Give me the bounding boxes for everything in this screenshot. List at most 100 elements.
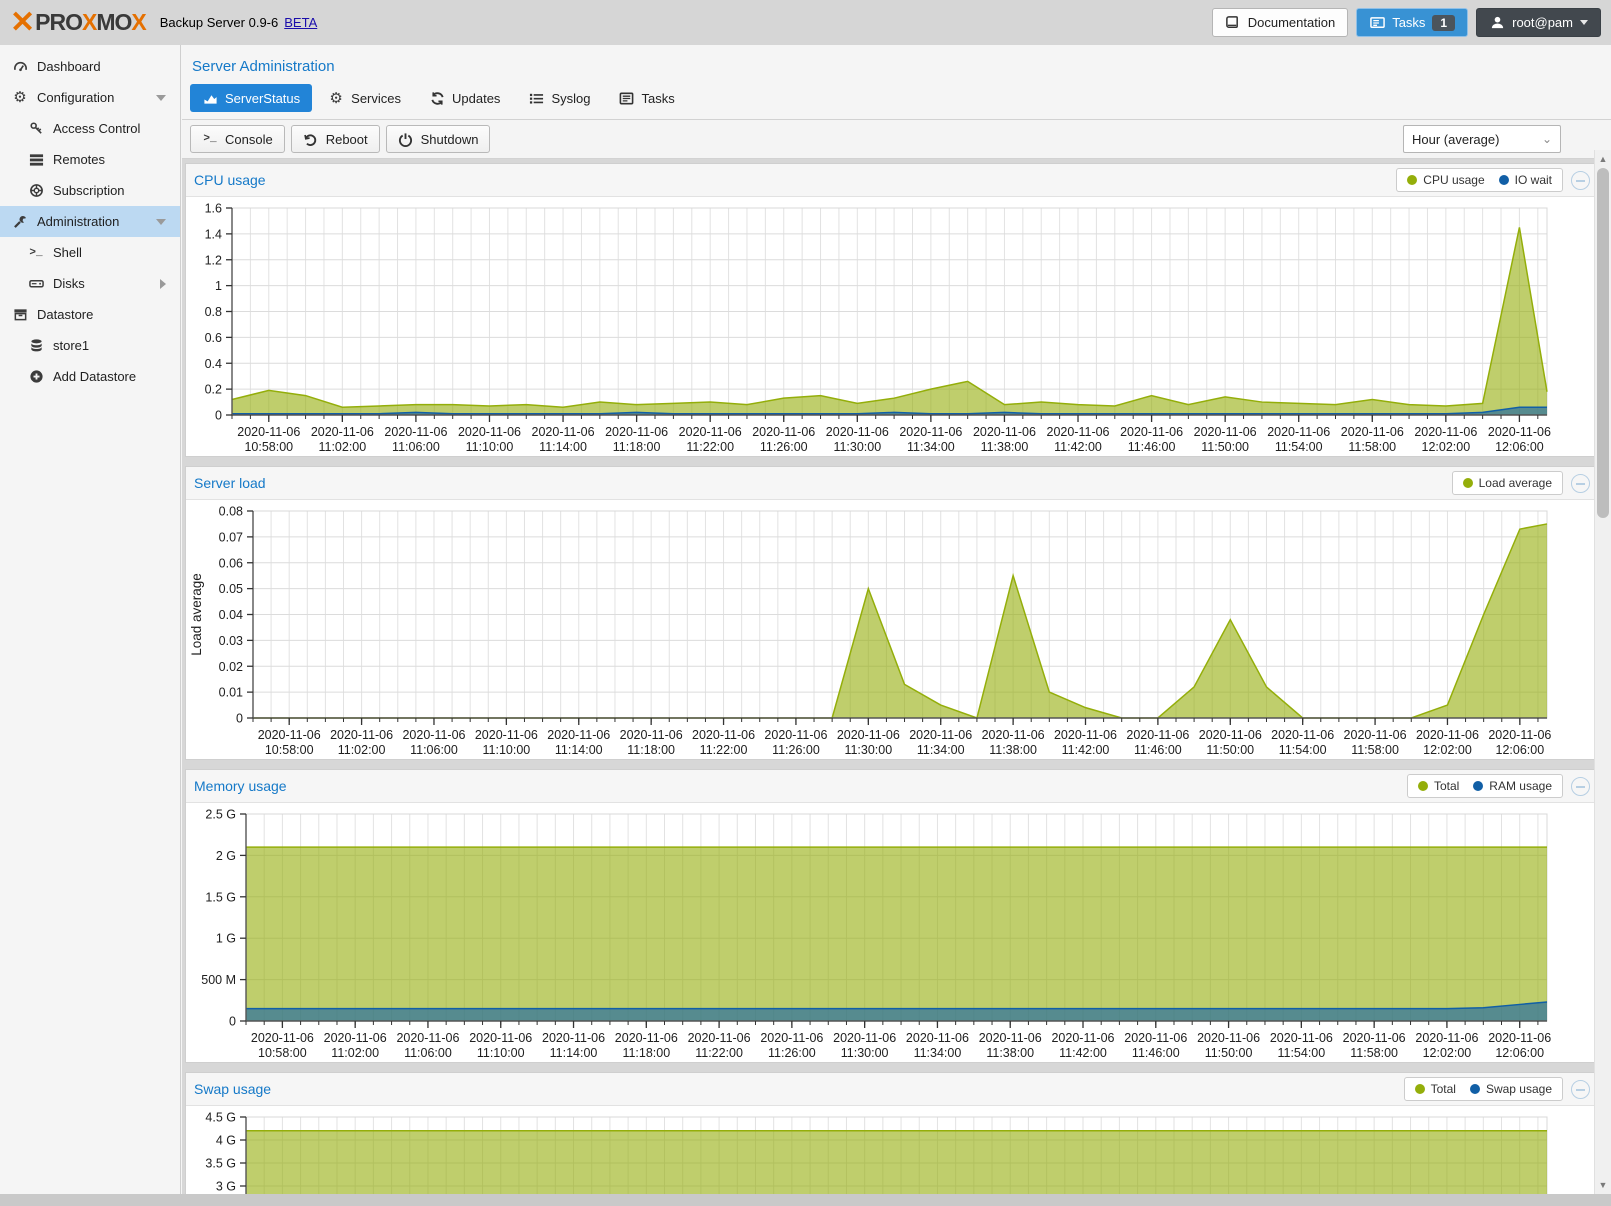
svg-text:2020-11-06: 2020-11-06 — [979, 1031, 1042, 1045]
svg-text:11:46:00: 11:46:00 — [1134, 743, 1182, 757]
console-button[interactable]: >_ Console — [190, 125, 285, 153]
svg-text:11:30:00: 11:30:00 — [833, 440, 881, 454]
reboot-button[interactable]: Reboot — [291, 125, 380, 153]
legend-dot-icon — [1415, 1084, 1425, 1094]
svg-text:11:02:00: 11:02:00 — [331, 1046, 379, 1060]
sidebar-item-remotes[interactable]: Remotes — [0, 144, 180, 175]
collapse-panel-button[interactable] — [1571, 474, 1590, 493]
svg-text:2020-11-06: 2020-11-06 — [752, 425, 815, 439]
svg-text:2020-11-06: 2020-11-06 — [688, 1031, 751, 1045]
svg-text:2020-11-06: 2020-11-06 — [1414, 425, 1477, 439]
svg-text:2020-11-06: 2020-11-06 — [1051, 1031, 1114, 1045]
user-icon — [1489, 15, 1505, 31]
sidebar-item-configuration[interactable]: ⚙ Configuration — [0, 82, 180, 113]
svg-text:11:22:00: 11:22:00 — [686, 440, 734, 454]
svg-text:12:06:00: 12:06:00 — [1495, 1046, 1544, 1060]
vertical-scrollbar[interactable]: ▲ ▼ — [1594, 150, 1611, 1194]
tab-syslog[interactable]: Syslog — [516, 84, 602, 112]
svg-text:2020-11-06: 2020-11-06 — [1488, 425, 1551, 439]
collapse-panel-button[interactable] — [1571, 171, 1590, 190]
server-list-icon — [28, 152, 44, 168]
svg-text:2020-11-06: 2020-11-06 — [324, 1031, 387, 1045]
svg-text:3.5 G: 3.5 G — [205, 1157, 236, 1171]
documentation-button[interactable]: Documentation — [1212, 8, 1348, 37]
svg-text:2020-11-06: 2020-11-06 — [1047, 425, 1110, 439]
svg-text:2020-11-06: 2020-11-06 — [469, 1031, 532, 1045]
chevron-down-icon: ⌄ — [1542, 132, 1552, 146]
tab-tasks[interactable]: Tasks — [606, 84, 686, 112]
svg-text:2020-11-06: 2020-11-06 — [1194, 425, 1257, 439]
svg-text:2020-11-06: 2020-11-06 — [615, 1031, 678, 1045]
svg-text:11:10:00: 11:10:00 — [466, 440, 514, 454]
svg-text:2020-11-06: 2020-11-06 — [1270, 1031, 1333, 1045]
svg-text:2020-11-06: 2020-11-06 — [396, 1031, 459, 1045]
svg-text:2020-11-06: 2020-11-06 — [475, 728, 538, 742]
svg-text:11:06:00: 11:06:00 — [392, 440, 440, 454]
svg-text:2020-11-06: 2020-11-06 — [1343, 1031, 1406, 1045]
book-icon — [1225, 15, 1241, 31]
sidebar-item-store1[interactable]: store1 — [0, 330, 180, 361]
svg-text:2020-11-06: 2020-11-06 — [384, 425, 447, 439]
charts-scroll-region: CPU usage CPU usageIO wait 00.20.40.60.8… — [182, 159, 1611, 1194]
sidebar-item-dashboard[interactable]: Dashboard — [0, 51, 180, 82]
legend-entry: CPU usage — [1407, 173, 1484, 187]
svg-text:0.4: 0.4 — [205, 357, 222, 371]
sidebar-item-access-control[interactable]: Access Control — [0, 113, 180, 144]
svg-text:2020-11-06: 2020-11-06 — [973, 425, 1036, 439]
tasks-button[interactable]: Tasks 1 — [1356, 8, 1468, 37]
svg-text:4.5 G: 4.5 G — [205, 1111, 236, 1125]
legend-entry: Swap usage — [1470, 1082, 1552, 1096]
svg-text:11:34:00: 11:34:00 — [917, 743, 965, 757]
cpu-usage-panel: CPU usage CPU usageIO wait 00.20.40.60.8… — [185, 163, 1599, 457]
collapse-panel-button[interactable] — [1571, 1080, 1590, 1099]
tab-updates[interactable]: Updates — [417, 84, 512, 112]
scroll-down-arrow[interactable]: ▼ — [1595, 1177, 1611, 1193]
svg-text:1.4: 1.4 — [205, 227, 222, 241]
scrollbar-thumb[interactable] — [1597, 168, 1609, 518]
svg-text:2.5 G: 2.5 G — [205, 808, 236, 822]
tasks-list-icon — [618, 90, 634, 106]
shutdown-button[interactable]: Shutdown — [386, 125, 491, 153]
scroll-up-arrow[interactable]: ▲ — [1595, 151, 1611, 167]
sidebar-item-disks[interactable]: Disks — [0, 268, 180, 299]
svg-text:0.2: 0.2 — [205, 383, 222, 397]
server-load-chart: 00.010.020.030.040.050.060.070.082020-11… — [186, 500, 1598, 759]
sidebar-item-datastore[interactable]: Datastore — [0, 299, 180, 330]
svg-text:1.2: 1.2 — [205, 253, 222, 267]
svg-text:11:58:00: 11:58:00 — [1351, 743, 1399, 757]
svg-text:11:18:00: 11:18:00 — [622, 1046, 670, 1060]
sidebar-item-administration[interactable]: Administration — [0, 206, 180, 237]
timeframe-select[interactable]: Hour (average) ⌄ — [1403, 125, 1561, 153]
svg-text:0.06: 0.06 — [219, 556, 243, 570]
svg-text:2020-11-06: 2020-11-06 — [402, 728, 465, 742]
svg-text:0: 0 — [229, 1015, 236, 1029]
user-menu-button[interactable]: root@pam — [1476, 8, 1601, 37]
sidebar-item-add-datastore[interactable]: Add Datastore — [0, 361, 180, 392]
legend-entry: Total — [1415, 1082, 1456, 1096]
svg-text:11:22:00: 11:22:00 — [700, 743, 748, 757]
svg-text:11:50:00: 11:50:00 — [1206, 743, 1254, 757]
legend-dot-icon — [1473, 781, 1483, 791]
svg-text:11:02:00: 11:02:00 — [318, 440, 366, 454]
legend-dot-icon — [1418, 781, 1428, 791]
status-toolbar: >_ Console Reboot Shutdown Hour (average… — [182, 119, 1611, 159]
sidebar-item-subscription[interactable]: Subscription — [0, 175, 180, 206]
svg-text:2020-11-06: 2020-11-06 — [1341, 425, 1404, 439]
chart-legend: TotalRAM usage — [1407, 774, 1563, 798]
tab-services[interactable]: ⚙ Services — [316, 84, 413, 112]
svg-text:0.08: 0.08 — [219, 505, 243, 519]
svg-text:0: 0 — [215, 409, 222, 423]
wrench-icon — [12, 214, 28, 230]
sidebar-item-shell[interactable]: >_ Shell — [0, 237, 180, 268]
svg-text:2020-11-06: 2020-11-06 — [1267, 425, 1330, 439]
svg-text:10:58:00: 10:58:00 — [244, 440, 293, 454]
proxmox-logo: ✕ PROXMOX — [10, 8, 146, 38]
tab-serverstatus[interactable]: ServerStatus — [190, 84, 312, 112]
svg-text:2020-11-06: 2020-11-06 — [679, 425, 742, 439]
collapse-panel-button[interactable] — [1571, 777, 1590, 796]
memory-usage-chart: 0500 M1 G1.5 G2 G2.5 G2020-11-0610:58:00… — [186, 803, 1598, 1062]
beta-link[interactable]: BETA — [284, 15, 317, 30]
window-bottom-edge — [0, 1194, 1611, 1200]
svg-text:11:38:00: 11:38:00 — [989, 743, 1037, 757]
svg-text:11:42:00: 11:42:00 — [1054, 440, 1102, 454]
